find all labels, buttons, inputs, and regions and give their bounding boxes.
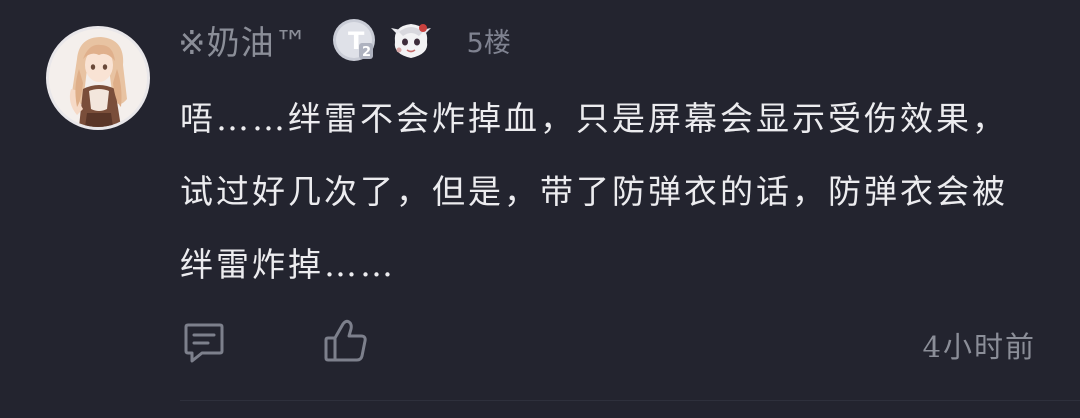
comment-content: 唔……绊雷不会炸掉血，只是屏幕会显示受伤效果，试过好几次了，但是，带了防弹衣的话… [180, 99, 1008, 284]
timestamp: 4小时前 [922, 330, 1036, 364]
level-badge-icon: T 2 [331, 17, 377, 63]
character-badge-icon [389, 18, 433, 62]
thumbs-up-icon[interactable] [324, 318, 368, 364]
comment-bubble-icon[interactable] [182, 320, 226, 364]
avatar-image [49, 29, 147, 127]
badge-number: 2 [362, 45, 371, 60]
username[interactable]: ※奶油™ [178, 16, 309, 64]
avatar[interactable] [46, 26, 150, 130]
comment-item: ※奶油™ T 2 5楼 唔……绊雷不会炸掉血，只是屏幕会显示受伤效果，试过好几次… [0, 0, 1080, 418]
floor-number: 5楼 [466, 27, 511, 59]
divider [180, 400, 1080, 401]
comment-header: ※奶油™ T 2 5楼 [178, 14, 511, 66]
comment-actions: 4小时前 [180, 318, 1036, 366]
